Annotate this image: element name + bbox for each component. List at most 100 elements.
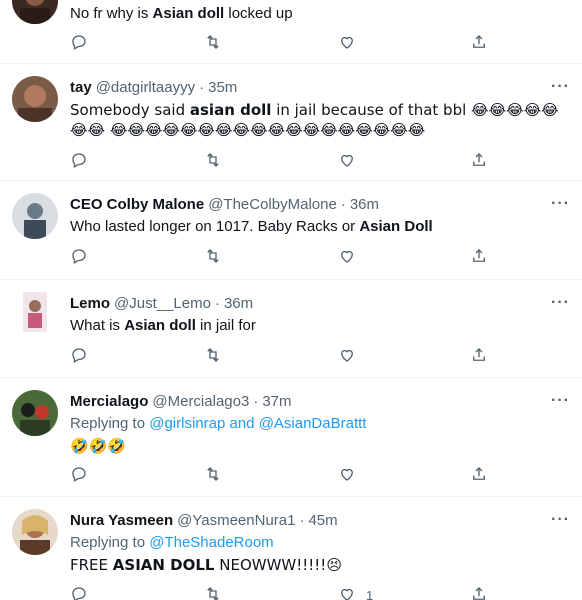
retweet-icon [204, 465, 222, 486]
display-name[interactable]: Lemo [70, 294, 110, 314]
text-part-bold: asian doll [189, 101, 272, 119]
reply-button[interactable] [70, 346, 88, 366]
reply-icon [70, 33, 88, 54]
timestamp[interactable]: 37m [262, 392, 291, 412]
replying-to-label: Replying to [70, 415, 150, 432]
user-handle[interactable]: @datgirltaayyy [96, 78, 195, 98]
more-icon[interactable]: ··· [551, 294, 570, 312]
reply-icon [70, 151, 88, 172]
more-icon[interactable]: ··· [551, 392, 570, 410]
avatar[interactable] [23, 292, 47, 332]
text-part: Somebody said [70, 101, 190, 119]
retweet-button[interactable] [204, 585, 222, 600]
reply-button[interactable] [70, 585, 88, 600]
mention-link[interactable]: @TheShadeRoom [149, 534, 273, 551]
mention-link[interactable]: @AsianDaBrattt [259, 415, 367, 432]
timestamp[interactable]: 36m [350, 195, 379, 215]
reply-button[interactable] [70, 33, 88, 53]
avatar[interactable] [12, 390, 58, 436]
retweet-icon [204, 585, 222, 600]
retweet-icon [204, 247, 222, 268]
replying-to: Replying to @TheShadeRoom [70, 533, 566, 553]
reply-button[interactable] [70, 247, 88, 267]
user-handle[interactable]: @Just__Lemo [114, 294, 211, 314]
text-part: locked up [224, 5, 293, 22]
share-button[interactable] [470, 33, 488, 53]
mention-joiner[interactable]: and [225, 415, 258, 432]
share-button[interactable] [470, 151, 488, 171]
like-icon [338, 33, 356, 54]
like-button[interactable] [338, 346, 356, 366]
display-name[interactable]: Nura Yasmeen [70, 511, 173, 531]
retweet-button[interactable] [204, 247, 222, 267]
separator-dot: · [199, 79, 205, 96]
avatar[interactable] [12, 509, 58, 555]
like-icon [338, 151, 356, 172]
replying-to: Replying to @girlsinrap and @AsianDaBrat… [70, 414, 566, 434]
retweet-icon [204, 151, 222, 172]
like-icon [338, 346, 356, 367]
display-name[interactable]: tay [70, 78, 92, 98]
like-icon [338, 247, 356, 268]
like-icon [338, 585, 356, 600]
avatar[interactable] [12, 0, 58, 24]
like-icon [338, 465, 356, 486]
display-name[interactable]: CEO Colby Malone [70, 195, 204, 215]
retweet-button[interactable] [204, 346, 222, 366]
retweet-button[interactable] [204, 33, 222, 53]
text-part: What is [70, 317, 125, 334]
more-icon[interactable]: ··· [551, 511, 570, 529]
avatar[interactable] [12, 193, 58, 239]
reply-button[interactable] [70, 151, 88, 171]
tweet-text: FREE ASIAN DOLL NEOWWW!!!!!😣 [70, 555, 566, 575]
more-icon[interactable]: ··· [551, 195, 570, 213]
timestamp[interactable]: 35m [208, 78, 237, 98]
tweet-text: No fr why is Asian doll locked up [70, 4, 566, 24]
tweet-2[interactable]: CEO Colby Malone @TheColbyMalone · 36m W… [0, 181, 582, 280]
separator-dot: · [214, 295, 220, 312]
tweet-text: Who lasted longer on 1017. Baby Racks or… [70, 217, 566, 237]
user-handle[interactable]: @TheColbyMalone [208, 195, 337, 215]
text-part: FREE [70, 556, 113, 574]
text-part: 🤣🤣🤣 [70, 437, 127, 455]
text-part-bold: Asian Doll [359, 218, 433, 235]
replying-to-label: Replying to [70, 534, 150, 551]
separator-dot: · [299, 512, 305, 529]
tweet-1[interactable]: tay @datgirltaayyy · 35m Somebody said a… [0, 64, 582, 181]
separator-dot: · [253, 393, 259, 410]
like-button[interactable]: 1 [338, 585, 373, 600]
retweet-button[interactable] [204, 151, 222, 171]
tweet-5[interactable]: Nura Yasmeen @YasmeenNura1 · 45m Replyin… [0, 497, 582, 600]
reply-icon [70, 585, 88, 600]
text-part-bold: Asian doll [152, 5, 225, 22]
timestamp[interactable]: 36m [224, 294, 253, 314]
mention-link[interactable]: @girlsinrap [149, 415, 225, 432]
tweet-4[interactable]: Mercialago @Mercialago3 · 37m Replying t… [0, 378, 582, 497]
tweet-3[interactable]: Lemo @Just__Lemo · 36m What is Asian dol… [0, 280, 582, 378]
text-part: Who lasted longer on 1017. Baby Racks or [70, 218, 360, 235]
share-button[interactable] [470, 465, 488, 485]
avatar[interactable] [12, 76, 58, 122]
user-handle[interactable]: @YasmeenNura1 [177, 511, 295, 531]
like-button[interactable] [338, 151, 356, 171]
retweet-icon [204, 33, 222, 54]
tweet-text: Somebody said asian doll in jail because… [70, 100, 566, 140]
like-button[interactable] [338, 247, 356, 267]
reply-feed: No fr why is Asian doll locked up tay @d… [0, 0, 582, 600]
tweet-0[interactable]: No fr why is Asian doll locked up [0, 0, 582, 64]
user-handle[interactable]: @Mercialago3 [152, 392, 249, 412]
share-button[interactable] [470, 346, 488, 366]
share-button[interactable] [470, 585, 488, 600]
reply-button[interactable] [70, 465, 88, 485]
more-icon[interactable]: ··· [551, 78, 570, 96]
share-icon [470, 585, 488, 600]
like-button[interactable] [338, 465, 356, 485]
display-name[interactable]: Mercialago [70, 392, 148, 412]
text-part: NEOWWW!!!!!😣 [214, 556, 342, 574]
share-button[interactable] [470, 247, 488, 267]
retweet-button[interactable] [204, 465, 222, 485]
share-icon [470, 346, 488, 367]
timestamp[interactable]: 45m [308, 511, 337, 531]
like-button[interactable] [338, 33, 356, 53]
separator-dot: · [340, 196, 346, 213]
